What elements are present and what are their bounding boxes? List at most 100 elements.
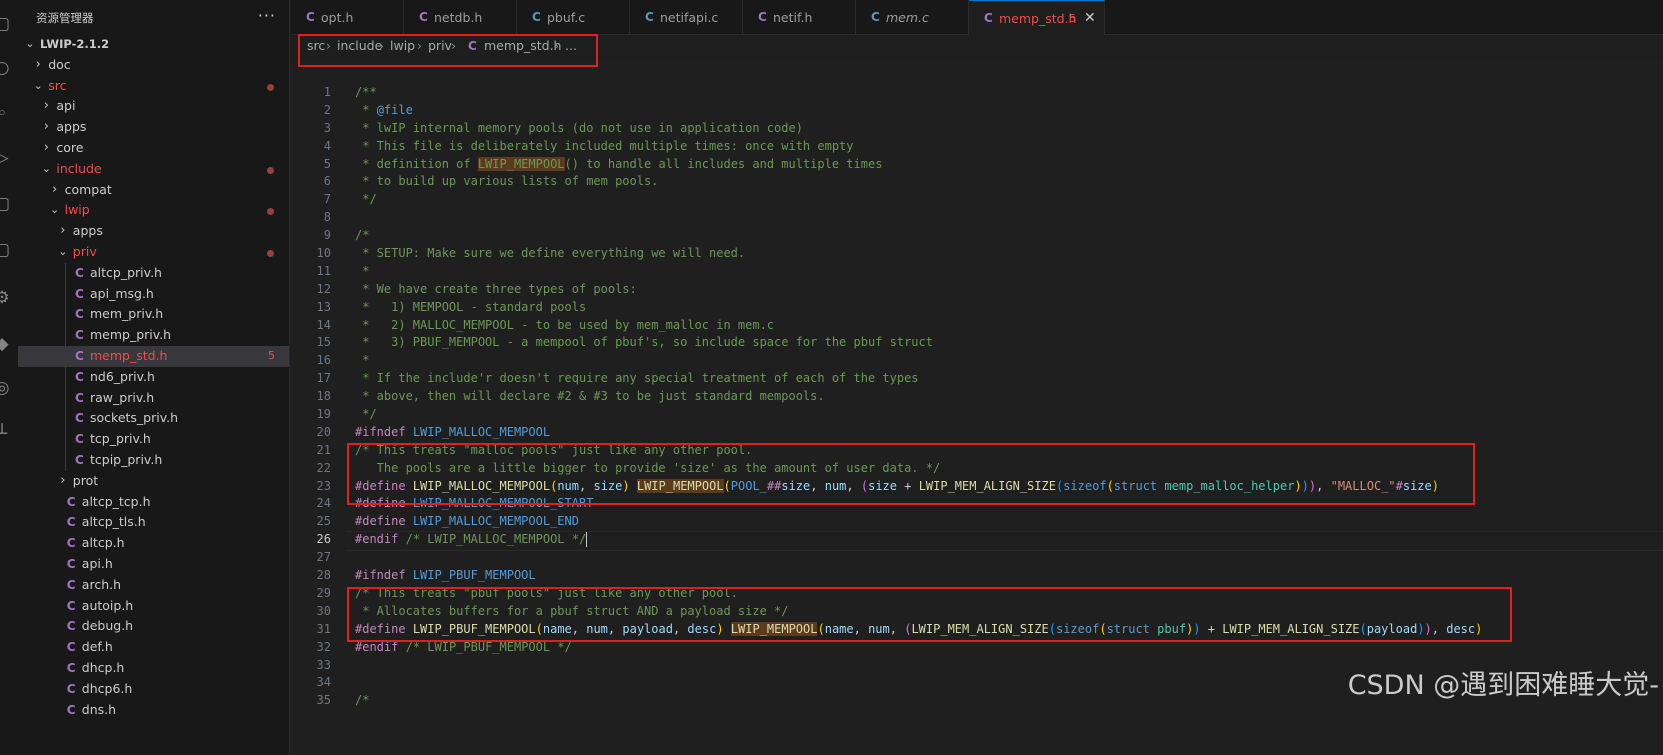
code-line[interactable]: 10 * SETUP: Make sure we define everythi… — [291, 245, 1663, 263]
tree-folder[interactable]: › prot — [18, 471, 289, 492]
code-line[interactable]: 3 * lwIP internal memory pools (do not u… — [291, 120, 1663, 138]
tree-file[interactable]: Cdns.h — [18, 700, 289, 721]
code-line[interactable]: 4 * This file is deliberately included m… — [291, 138, 1663, 156]
tree-folder[interactable]: ⌄ priv — [18, 242, 289, 263]
breadcrumb-item[interactable]: memp_std.h — [484, 35, 561, 57]
code-line[interactable]: 6 * to build up various lists of mem poo… — [291, 173, 1663, 191]
chevron-right-icon[interactable]: › — [40, 138, 52, 159]
code-line[interactable]: 26 #endif /* LWIP_MALLOC_MEMPOOL */ — [291, 531, 1663, 552]
tree-folder[interactable]: ⌄ include — [18, 159, 289, 180]
code-line[interactable]: 2 * @file — [291, 102, 1663, 120]
code-line[interactable]: 29 /* This treats "pbuf pools" just like … — [291, 585, 1663, 603]
breadcrumb-item[interactable]: include — [337, 35, 382, 57]
tree-file[interactable]: Cmemp_std.h 5 — [18, 345, 289, 367]
code-line[interactable]: 17 * If the include'r doesn't require an… — [291, 370, 1663, 388]
tree-file[interactable]: Csockets_priv.h — [18, 408, 289, 429]
breadcrumb-item[interactable]: priv — [428, 35, 452, 57]
chevron-right-icon[interactable]: › — [57, 471, 69, 492]
more-actions-icon[interactable]: ··· — [258, 6, 276, 25]
tree-file[interactable]: Cdef.h — [18, 637, 289, 658]
code-line[interactable]: 27 — [291, 549, 1663, 567]
chevron-down-icon[interactable]: ⌄ — [32, 76, 44, 97]
code-line[interactable]: 25 #define LWIP_MALLOC_MEMPOOL_END — [291, 513, 1663, 531]
tree-file[interactable]: Caltcp.h — [18, 533, 289, 554]
code-line[interactable]: 20 #ifndef LWIP_MALLOC_MEMPOOL — [291, 424, 1663, 442]
chevron-right-icon[interactable]: › — [40, 117, 52, 138]
tree-file[interactable]: Cdhcp6.h — [18, 679, 289, 700]
tab-netif-h[interactable]: Cnetif.h — [743, 0, 856, 35]
tab-pbuf-c[interactable]: Cpbuf.c — [517, 0, 630, 35]
code-line[interactable]: 1 /** — [291, 84, 1663, 102]
close-icon[interactable]: ✕ — [1084, 1, 1096, 36]
tree-file[interactable]: Cmemp_priv.h — [18, 325, 289, 346]
docker-icon[interactable]: ◆ — [0, 334, 12, 354]
chevron-right-icon[interactable]: › — [32, 55, 44, 76]
tree-file[interactable]: Caltcp_tls.h — [18, 512, 289, 533]
chevron-down-icon[interactable]: ⌄ — [57, 242, 69, 263]
tree-file[interactable]: Ctcpip_priv.h — [18, 450, 289, 471]
code-line[interactable]: 12 * We have create three types of pools… — [291, 281, 1663, 299]
code-line[interactable]: 24 #define LWIP_MALLOC_MEMPOOL_START — [291, 495, 1663, 513]
tree-file[interactable]: Craw_priv.h — [18, 388, 289, 409]
search-icon[interactable]: ○ — [0, 58, 12, 78]
tree-file[interactable]: Capi.h — [18, 554, 289, 575]
code-line[interactable]: 19 */ — [291, 406, 1663, 424]
code-line[interactable]: 16 * — [291, 352, 1663, 370]
code-line[interactable]: 31 #define LWIP_PBUF_MEMPOOL(name, num, p… — [291, 621, 1663, 639]
tab-netifapi-c[interactable]: Cnetifapi.c — [630, 0, 743, 35]
breadcrumb-item[interactable]: ... — [565, 35, 577, 57]
code-line[interactable]: 28 #ifndef LWIP_PBUF_MEMPOOL — [291, 567, 1663, 585]
tree-file[interactable]: Cnd6_priv.h — [18, 367, 289, 388]
code-line[interactable]: 23 #define LWIP_MALLOC_MEMPOOL (num, size)… — [291, 478, 1663, 496]
tree-file[interactable]: Caltcp_tcp.h — [18, 492, 289, 513]
extensions-icon[interactable]: ▢ — [0, 194, 12, 214]
code-line[interactable]: 7 */ — [291, 191, 1663, 209]
code-editor[interactable]: 1/** 2 * @file 3 * lwIP internal memory po… — [291, 60, 1663, 755]
code-line[interactable]: 5 * definition of LWIP_MEMPOOL() to hand… — [291, 156, 1663, 174]
tab-netdb-h[interactable]: Cnetdb.h — [404, 0, 517, 35]
tree-folder[interactable]: ⌄ LWIP-2.1.2 — [18, 34, 289, 55]
code-line[interactable]: 32 #endif /* LWIP_PBUF_MEMPOOL */ — [291, 639, 1663, 657]
chevron-right-icon[interactable]: › — [57, 221, 69, 242]
remote-icon[interactable]: ⚙ — [0, 288, 12, 308]
code-line[interactable]: 22 The pools are a little bigger to prov… — [291, 460, 1663, 478]
code-line[interactable]: 13 * 1) MEMPOOL - standard pools — [291, 299, 1663, 317]
code-line[interactable]: 9 /* — [291, 227, 1663, 245]
tree-file[interactable]: Capi_msg.h — [18, 284, 289, 305]
tree-file[interactable]: Caltcp_priv.h — [18, 263, 289, 284]
explorer-icon[interactable]: ▢ — [0, 14, 12, 34]
tree-folder[interactable]: › core — [18, 138, 289, 159]
tree-folder[interactable]: ⌄ lwip — [18, 200, 289, 221]
tree-folder[interactable]: ⌄ src — [18, 76, 289, 97]
settings-icon[interactable]: ┴ — [0, 424, 12, 444]
code-line[interactable]: 18 * above, then will declare #2 & #3 to… — [291, 388, 1663, 406]
tab-mem-c[interactable]: Cmem.c — [856, 0, 969, 35]
run-debug-icon[interactable]: ▷ — [0, 148, 12, 168]
code-line[interactable]: 15 * 3) PBUF_MEMPOOL - a mempool of pbuf… — [291, 334, 1663, 352]
tree-folder[interactable]: › compat — [18, 180, 289, 201]
tree-file[interactable]: Ctcp_priv.h — [18, 429, 289, 450]
chevron-down-icon[interactable]: ⌄ — [24, 34, 36, 55]
code-area[interactable]: 1/** 2 * @file 3 * lwIP internal memory po… — [291, 84, 1663, 710]
testing-icon[interactable]: ▢ — [0, 240, 12, 260]
code-line[interactable]: 21 /* This treats "malloc pools" just lik… — [291, 442, 1663, 460]
chevron-down-icon[interactable]: ⌄ — [49, 200, 61, 221]
tree-file[interactable]: Cautoip.h — [18, 596, 289, 617]
code-line[interactable]: 11 * — [291, 263, 1663, 281]
tree-folder[interactable]: › doc — [18, 55, 289, 76]
breadcrumb-item[interactable]: src — [307, 35, 325, 57]
tree-file[interactable]: Cdhcp.h — [18, 658, 289, 679]
tab-opt-h[interactable]: Copt.h — [291, 0, 404, 35]
tree-file[interactable]: Cmem_priv.h — [18, 304, 289, 325]
chevron-right-icon[interactable]: › — [40, 96, 52, 117]
code-line[interactable]: 14 * 2) MALLOC_MEMPOOL - to be used by m… — [291, 317, 1663, 335]
tree-folder[interactable]: › apps — [18, 117, 289, 138]
chevron-right-icon[interactable]: › — [49, 180, 61, 201]
tree-file[interactable]: Carch.h — [18, 575, 289, 596]
chevron-down-icon[interactable]: ⌄ — [40, 159, 52, 180]
tree-file[interactable]: Cdebug.h — [18, 616, 289, 637]
source-control-icon[interactable]: ◦ — [0, 104, 12, 124]
account-icon[interactable]: ◎ — [0, 378, 12, 398]
tree-folder[interactable]: › apps — [18, 221, 289, 242]
code-line[interactable]: 30 * Allocates buffers for a pbuf struct… — [291, 603, 1663, 621]
